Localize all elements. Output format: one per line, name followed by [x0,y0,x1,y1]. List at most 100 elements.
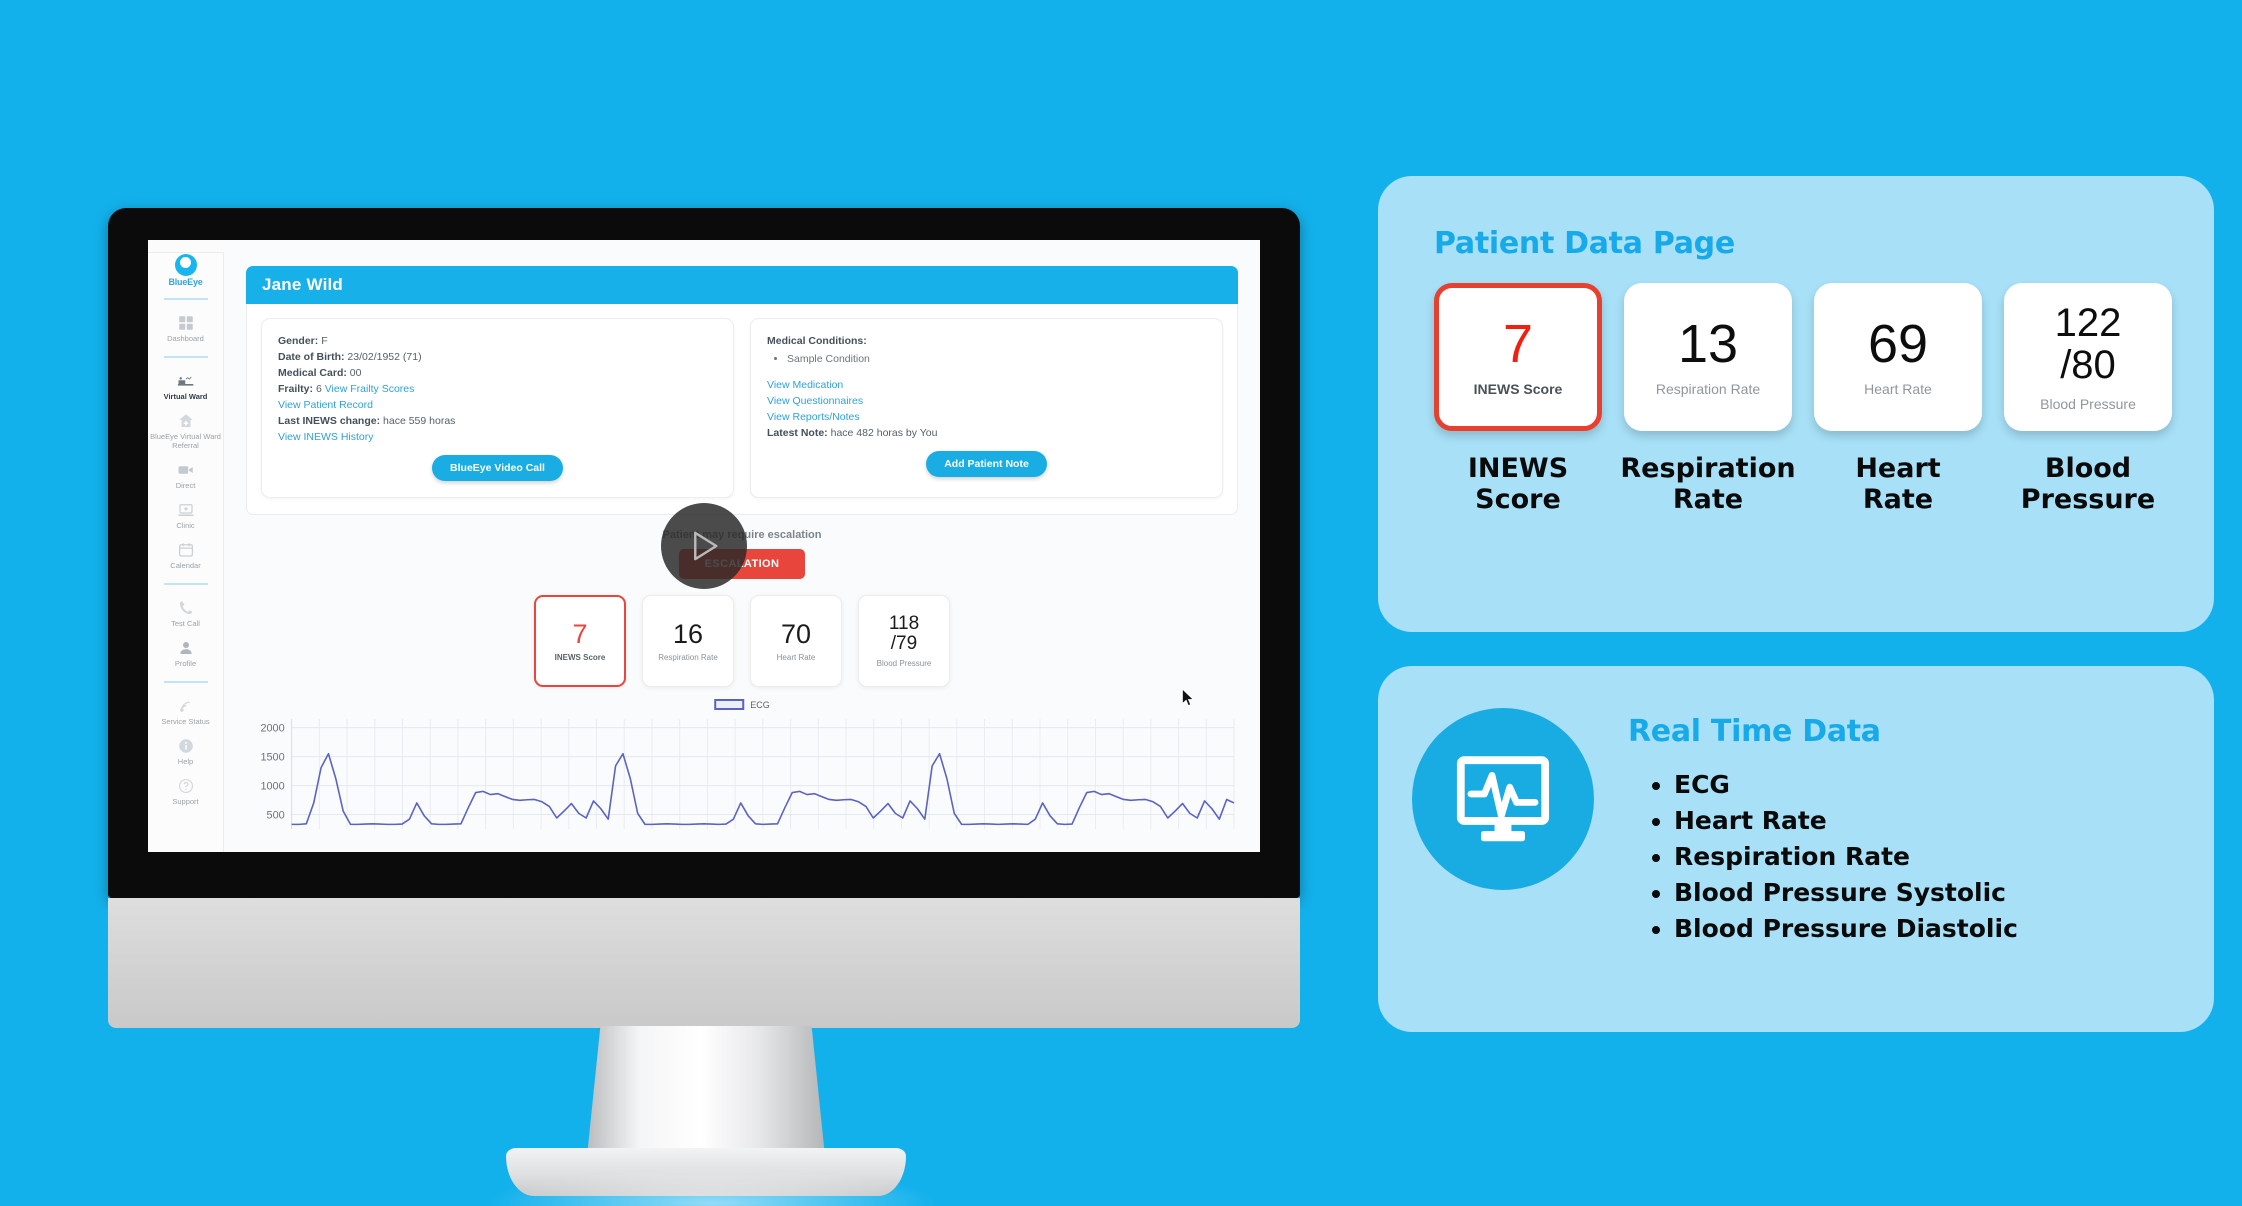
calendar-icon [176,541,196,559]
big-vital-card[interactable]: 69 Heart Rate [1814,283,1982,431]
svg-text:1000: 1000 [260,781,284,793]
question-icon [176,777,196,795]
signal-icon [176,697,196,715]
big-vital-heart-rate: 69 Heart Rate Heart Rate [1814,283,1982,515]
patient-demographics-card: Gender: F Date of Birth: 23/02/1952 (71)… [261,318,734,498]
vitals-row: 7 INEWS Score 16 Respiration Rate 70 Hea… [246,595,1238,687]
sidebar-label: Direct [175,481,196,490]
view-medication-link[interactable]: View Medication [767,377,1206,393]
view-reports-notes-link[interactable]: View Reports/Notes [767,409,1206,425]
monitor-neck [586,1026,826,1166]
gender-value: F [321,335,328,347]
sidebar-item-profile[interactable]: Profile [148,634,223,674]
big-vital-label: Blood Pressure [2040,396,2136,412]
sidebar-item-service-status[interactable]: Service Status [148,692,223,732]
vital-card-heart-rate[interactable]: 70 Heart Rate [750,595,842,687]
big-vital-card[interactable]: 7 INEWS Score [1434,283,1602,431]
big-vital-respiration: 13 Respiration Rate Respiration Rate [1620,283,1796,515]
medical-card-value: 00 [349,367,362,379]
blueeye-logo-text: BlueEye [168,277,203,287]
patient-detail-row: Gender: F Date of Birth: 23/02/1952 (71)… [246,304,1238,515]
latest-note-value: hace 482 horas by You [830,427,938,439]
gender-label: Gender: [278,335,319,347]
patient-data-panel: Patient Data Page 7 INEWS Score INEWS Sco… [1378,176,2214,632]
big-vital-card[interactable]: 13 Respiration Rate [1624,283,1792,431]
sidebar-item-help[interactable]: Help [148,732,223,772]
sidebar-divider [163,298,208,300]
patient-name-header: Jane Wild [246,266,1238,304]
monitor-foot [506,1148,906,1196]
svg-text:500: 500 [267,809,285,821]
play-button[interactable] [661,503,747,589]
sidebar-item-virtual-ward-referral[interactable]: BlueEye Virtual Ward Referral [148,407,223,456]
grid-icon [176,314,196,332]
last-inews-value: hace 559 horas [383,415,456,427]
ecg-chart: ECG 500 1000 1500 2000 [246,699,1238,831]
bed-icon [176,372,196,390]
big-vital-caption: Respiration Rate [1620,453,1796,515]
vital-label: Blood Pressure [876,659,932,668]
frailty-line: Frailty: 6 View Frailty Scores [278,381,717,397]
vital-label: Heart Rate [776,653,816,662]
frailty-value: 6 [315,383,322,395]
last-inews-change-line: Last INEWS change: hace 559 horas [278,413,717,429]
sidebar-divider [163,583,208,585]
big-vital-value: 122/80 [2054,301,2122,387]
big-vital-label: Respiration Rate [1655,381,1761,397]
frailty-label: Frailty: [278,383,314,395]
list-item: Respiration Rate [1674,839,2018,875]
play-icon [694,531,718,561]
sidebar-divider [163,356,208,358]
sidebar-label: Clinic [176,521,195,530]
ecg-legend: ECG [714,699,770,710]
sidebar-item-virtual-ward[interactable]: Virtual Ward [148,367,223,407]
vital-card-blood-pressure[interactable]: 118/79 Blood Pressure [858,595,950,687]
list-item: Blood Pressure Systolic [1674,875,2018,911]
sidebar-item-clinic[interactable]: Clinic [148,496,223,536]
vital-label: Respiration Rate [658,653,718,662]
dob-value: 23/02/1952 (71) [347,351,422,363]
gender-line: Gender: F [278,333,717,349]
view-frailty-scores-link[interactable]: View Frailty Scores [325,383,415,395]
view-inews-history-link[interactable]: View INEWS History [278,429,717,445]
person-icon [176,639,196,657]
latest-note-label: Latest Note: [767,427,828,439]
sidebar-item-support[interactable]: Support [148,772,223,812]
ecg-legend-label: ECG [750,699,770,710]
sidebar-item-calendar[interactable]: Calendar [148,536,223,576]
ecg-legend-swatch [714,699,745,710]
video-camera-icon [176,461,196,479]
ecg-monitor-glyph [1456,756,1550,842]
realtime-items-list: ECG Heart Rate Respiration Rate Blood Pr… [1674,767,2018,947]
view-patient-record-link[interactable]: View Patient Record [278,397,717,413]
ecg-plot-area: 500 1000 1500 2000 [260,719,1235,829]
blueeye-video-call-button[interactable]: BlueEye Video Call [432,455,563,481]
home-plus-icon [176,412,196,430]
sidebar-item-direct[interactable]: Direct [148,456,223,496]
big-vital-card[interactable]: 122/80 Blood Pressure [2004,283,2172,431]
big-vital-value: 7 [1502,314,1534,374]
big-vital-label: Heart Rate [1864,381,1932,397]
desktop-monitor: BlueEye Dashboard Virtual Ward BlueEye V… [108,208,1300,1206]
vital-card-inews[interactable]: 7 INEWS Score [534,595,626,687]
big-vital-value: 69 [1867,314,1929,374]
monitor-screen: BlueEye Dashboard Virtual Ward BlueEye V… [148,240,1260,852]
sidebar-item-test-call[interactable]: Test Call [148,594,223,634]
blueeye-application: BlueEye Dashboard Virtual Ward BlueEye V… [148,240,1260,852]
phone-icon [176,599,196,617]
laptop-plus-icon [176,501,196,519]
last-inews-label: Last INEWS change: [278,415,381,427]
monitor-base [108,898,1300,1028]
vital-card-respiration[interactable]: 16 Respiration Rate [642,595,734,687]
sidebar-label: Virtual Ward [163,392,208,401]
big-vital-inews: 7 INEWS Score INEWS Score [1434,283,1602,515]
big-vital-label: INEWS Score [1473,381,1563,397]
vital-value: 7 [572,619,588,649]
big-vital-caption: Heart Rate [1855,453,1941,515]
latest-note-line: Latest Note: hace 482 horas by You [767,425,1206,441]
add-patient-note-button[interactable]: Add Patient Note [926,451,1047,477]
sidebar-item-dashboard[interactable]: Dashboard [148,309,223,349]
vital-value: 16 [672,619,704,649]
view-questionnaires-link[interactable]: View Questionnaires [767,393,1206,409]
dob-line: Date of Birth: 23/02/1952 (71) [278,349,717,365]
